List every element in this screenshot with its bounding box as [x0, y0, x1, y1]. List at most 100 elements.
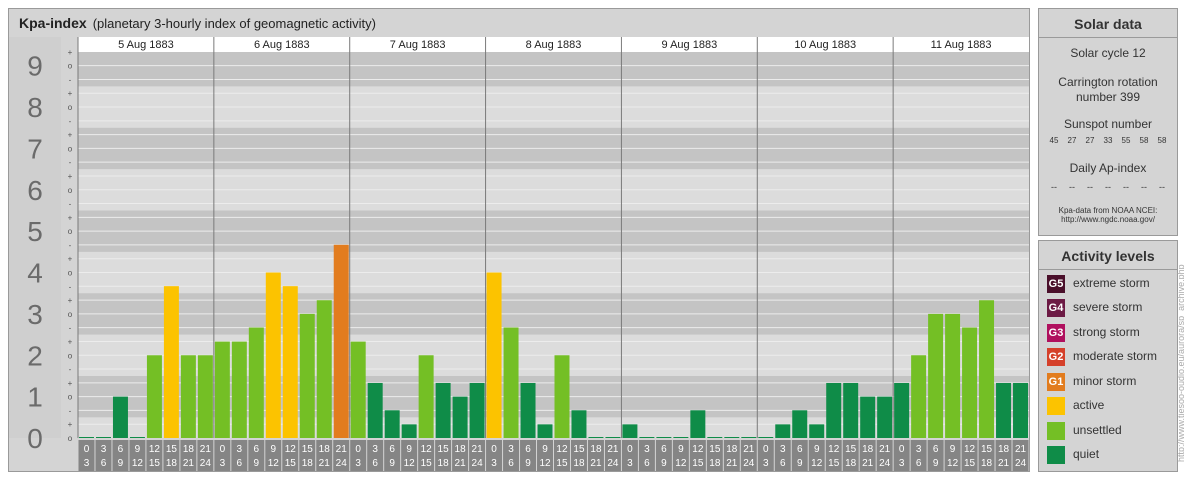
x-tick-start: 15: [302, 444, 314, 455]
x-tick-end: 6: [372, 458, 378, 469]
x-tick-end: 18: [709, 458, 721, 469]
ap-value: --: [1069, 182, 1075, 192]
x-tick-end: 9: [797, 458, 803, 469]
kp-bar: [486, 272, 502, 438]
x-tick-end: 15: [149, 458, 161, 469]
kp-bar: [928, 313, 944, 438]
sunspot-title: Sunspot number: [1063, 117, 1153, 131]
x-tick-start: 0: [220, 444, 226, 455]
activity-levels-panel: Activity levels G5 extreme storm G4 seve…: [1038, 240, 1178, 472]
x-tick-start: 3: [508, 444, 514, 455]
y-minor-label: -: [69, 158, 72, 167]
x-tick-start: 9: [542, 444, 548, 455]
level-badge: G3: [1047, 324, 1065, 342]
x-tick-start: 0: [899, 444, 905, 455]
x-tick-end: 18: [302, 458, 314, 469]
day-label: 10 Aug 1883: [794, 39, 856, 51]
y-minor-label: +: [68, 213, 73, 222]
y-minor-label: o: [68, 351, 73, 360]
level-quiet: quiet: [1047, 446, 1173, 466]
x-tick-start: 0: [763, 444, 769, 455]
level-badge: G4: [1047, 299, 1065, 317]
kp-bar: [809, 424, 825, 438]
x-tick-start: 15: [709, 444, 721, 455]
x-tick-start: 9: [271, 444, 277, 455]
x-tick-end: 3: [899, 458, 905, 469]
x-tick-end: 21: [183, 458, 195, 469]
kp-bar: [112, 396, 128, 438]
x-tick-start: 18: [590, 444, 602, 455]
level-swatch: [1047, 422, 1065, 440]
level-label: minor storm: [1073, 374, 1137, 388]
level-badge: G5: [1047, 275, 1065, 293]
kp-bar: [537, 424, 553, 438]
ap-value: --: [1051, 182, 1057, 192]
x-tick-start: 0: [84, 444, 90, 455]
y-minor-label: o: [68, 227, 73, 236]
x-tick-start: 3: [237, 444, 243, 455]
x-tick-end: 21: [862, 458, 874, 469]
sunspot-value: 55: [1121, 136, 1131, 145]
kp-bar: [571, 410, 587, 438]
x-tick-end: 24: [743, 458, 755, 469]
y-minor-label: o: [68, 144, 73, 153]
kp-bar: [554, 355, 570, 438]
x-tick-start: 18: [455, 444, 467, 455]
x-tick-start: 18: [183, 444, 195, 455]
level-badge: G2: [1047, 348, 1065, 366]
x-tick-start: 3: [101, 444, 107, 455]
y-minor-label: +: [68, 420, 73, 429]
x-tick-end: 15: [692, 458, 704, 469]
x-tick-start: 21: [336, 444, 348, 455]
x-tick-start: 21: [200, 444, 212, 455]
x-tick-end: 6: [644, 458, 650, 469]
level-label: moderate storm: [1073, 349, 1158, 363]
y-minor-label: -: [69, 282, 72, 291]
x-tick-end: 12: [947, 458, 959, 469]
kp-bar: [877, 396, 893, 438]
level-label: severe storm: [1073, 300, 1143, 314]
y-tick-label: 2: [27, 340, 43, 371]
y-minor-label: +: [68, 131, 73, 140]
kp-bar: [945, 313, 961, 438]
day-label: 8 Aug 1883: [526, 39, 582, 51]
x-tick-start: 9: [814, 444, 820, 455]
y-minor-label: -: [69, 406, 72, 415]
x-tick-start: 9: [950, 444, 956, 455]
x-tick-end: 9: [254, 458, 260, 469]
level-swatch: [1047, 397, 1065, 415]
kp-bar: [282, 286, 298, 438]
kp-bar: [911, 355, 927, 438]
x-tick-start: 15: [166, 444, 178, 455]
kp-bar: [673, 437, 689, 438]
kp-bar: [503, 327, 519, 438]
sunspot-value: 58: [1139, 136, 1149, 145]
x-tick-start: 15: [573, 444, 585, 455]
y-minor-label: o: [68, 310, 73, 319]
kp-bar: [231, 341, 247, 438]
x-tick-start: 12: [964, 444, 976, 455]
x-tick-end: 15: [964, 458, 976, 469]
level-extreme-storm: G5 extreme storm: [1047, 275, 1173, 295]
y-tick-label: 8: [27, 92, 43, 123]
kp-bar: [707, 437, 723, 438]
solar-data-panel: Solar data Solar cycle 12 Carrington rot…: [1038, 8, 1178, 236]
kp-bar: [95, 437, 111, 438]
y-minor-label: +: [68, 89, 73, 98]
level-minor-storm: G1 minor storm: [1047, 373, 1173, 393]
x-tick-start: 12: [828, 444, 840, 455]
kp-bar: [180, 355, 196, 438]
x-tick-end: 3: [491, 458, 497, 469]
kp-bar: [333, 244, 349, 438]
x-tick-start: 15: [438, 444, 450, 455]
level-strong-storm: G3 strong storm: [1047, 324, 1173, 344]
day-label: 6 Aug 1883: [254, 39, 310, 51]
kp-bar: [724, 437, 740, 438]
x-tick-end: 9: [118, 458, 124, 469]
kp-bar: [775, 424, 791, 438]
kpa-bar-chart: 0123456789o+-o+-o+-o+-o+-o+-o+-o+-o+-o+5…: [9, 37, 1029, 471]
level-unsettled: unsettled: [1047, 422, 1173, 442]
day-label: 11 Aug 1883: [931, 39, 992, 51]
x-tick-end: 12: [539, 458, 551, 469]
kp-bar: [792, 410, 808, 438]
